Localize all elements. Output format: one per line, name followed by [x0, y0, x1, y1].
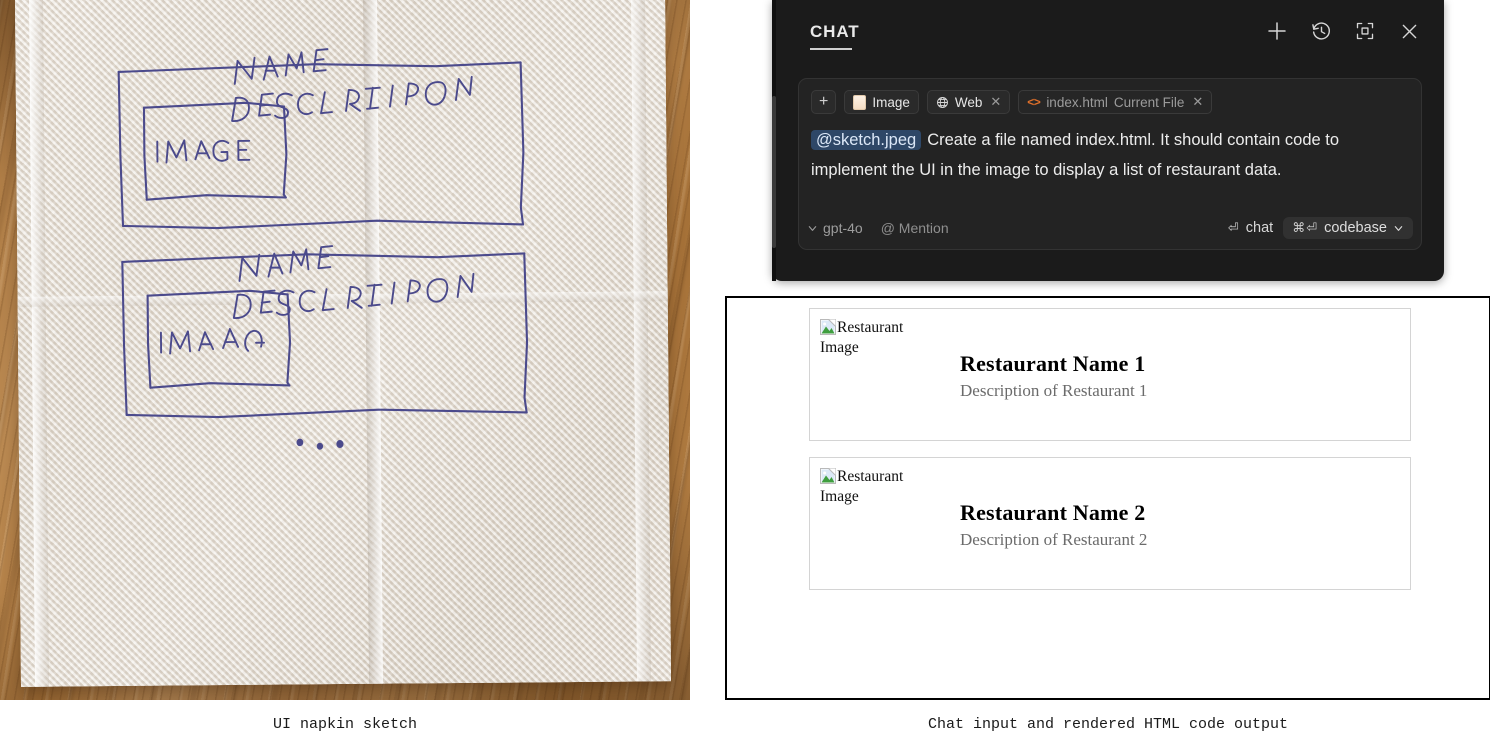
chat-composer[interactable]: + Image Web ✕ <> index.html Current File… [798, 78, 1422, 250]
context-chip-file-name: index.html [1046, 94, 1108, 110]
remove-web-chip-icon[interactable]: ✕ [990, 94, 1001, 110]
composer-actions: ⏎ chat ⌘⏎ codebase [1228, 217, 1413, 239]
restaurant-card[interactable]: Restaurant Image Restaurant Name 2 Descr… [809, 457, 1411, 590]
composer-footer: gpt-4o @ Mention ⏎ chat ⌘⏎ codebase [807, 215, 1413, 241]
context-chip-web-label: Web [954, 94, 983, 110]
file-mention-token[interactable]: @sketch.jpeg [811, 130, 922, 150]
globe-icon [936, 96, 949, 109]
expand-icon[interactable] [1352, 18, 1378, 44]
chat-header: CHAT [772, 0, 1444, 68]
chat-panel: CHAT + Image Web ✕ <> index.html Current… [772, 0, 1444, 281]
restaurant-text-block: Restaurant Name 1 Description of Restaur… [960, 351, 1147, 403]
napkin-photo [0, 0, 690, 700]
model-selector[interactable]: gpt-4o [807, 220, 863, 236]
enter-key-icon: ⏎ [1227, 220, 1240, 235]
screenshot-root: UI napkin sketch CHAT + Image Web ✕ <> i… [0, 0, 1490, 752]
hand-drawn-sketch [15, 0, 671, 687]
restaurant-name: Restaurant Name 2 [960, 500, 1146, 525]
send-codebase-button[interactable]: ⌘⏎ codebase [1283, 217, 1413, 239]
image-icon [853, 94, 867, 110]
chat-title-underline [810, 48, 852, 50]
paper-napkin [15, 0, 671, 687]
model-name: gpt-4o [823, 220, 863, 236]
new-chat-icon[interactable] [1264, 18, 1290, 44]
cmd-enter-key-icon: ⌘⏎ [1292, 220, 1319, 235]
code-file-icon: <> [1027, 95, 1041, 109]
send-codebase-label: codebase [1324, 220, 1387, 236]
restaurant-description: Description of Restaurant 2 [960, 530, 1148, 549]
restaurant-text-block: Restaurant Name 2 Description of Restaur… [960, 500, 1147, 552]
restaurant-name: Restaurant Name 1 [960, 351, 1146, 376]
chat-header-actions [1264, 18, 1422, 44]
chat-prompt-text[interactable]: @sketch.jpeg Create a file named index.ht… [811, 125, 1411, 185]
chat-title: CHAT [810, 22, 860, 41]
restaurant-card[interactable]: Restaurant Image Restaurant Name 1 Descr… [809, 308, 1411, 441]
broken-image-placeholder: Restaurant Image [820, 318, 940, 358]
remove-file-chip-icon[interactable]: ✕ [1192, 94, 1203, 110]
right-caption: Chat input and rendered HTML code output [927, 716, 1289, 733]
broken-image-icon [820, 468, 836, 484]
context-chip-web[interactable]: Web ✕ [926, 90, 1011, 114]
send-chat-button[interactable]: ⏎ chat [1228, 220, 1273, 236]
broken-image-icon [820, 319, 836, 335]
add-context-button[interactable]: + [811, 90, 837, 114]
sketch-ellipsis [296, 438, 344, 450]
broken-image-placeholder: Restaurant Image [820, 467, 940, 507]
context-chip-row: + Image Web ✕ <> index.html Current File… [811, 90, 1213, 114]
send-chat-label: chat [1245, 220, 1274, 236]
context-chip-image[interactable]: Image [844, 90, 919, 114]
context-chip-file[interactable]: <> index.html Current File ✕ [1018, 90, 1213, 114]
rendered-html-output: Restaurant Image Restaurant Name 1 Descr… [725, 296, 1490, 700]
left-caption: UI napkin sketch [272, 716, 418, 733]
chevron-down-icon [1394, 225, 1403, 231]
mention-button[interactable]: @ Mention [881, 220, 949, 236]
history-icon[interactable] [1308, 18, 1334, 44]
context-chip-image-label: Image [872, 94, 910, 110]
chevron-down-icon [808, 225, 817, 231]
restaurant-description: Description of Restaurant 1 [960, 381, 1148, 400]
close-icon[interactable] [1396, 18, 1422, 44]
context-chip-file-sub: Current File [1113, 94, 1185, 110]
restaurant-list: Restaurant Image Restaurant Name 1 Descr… [809, 308, 1411, 606]
